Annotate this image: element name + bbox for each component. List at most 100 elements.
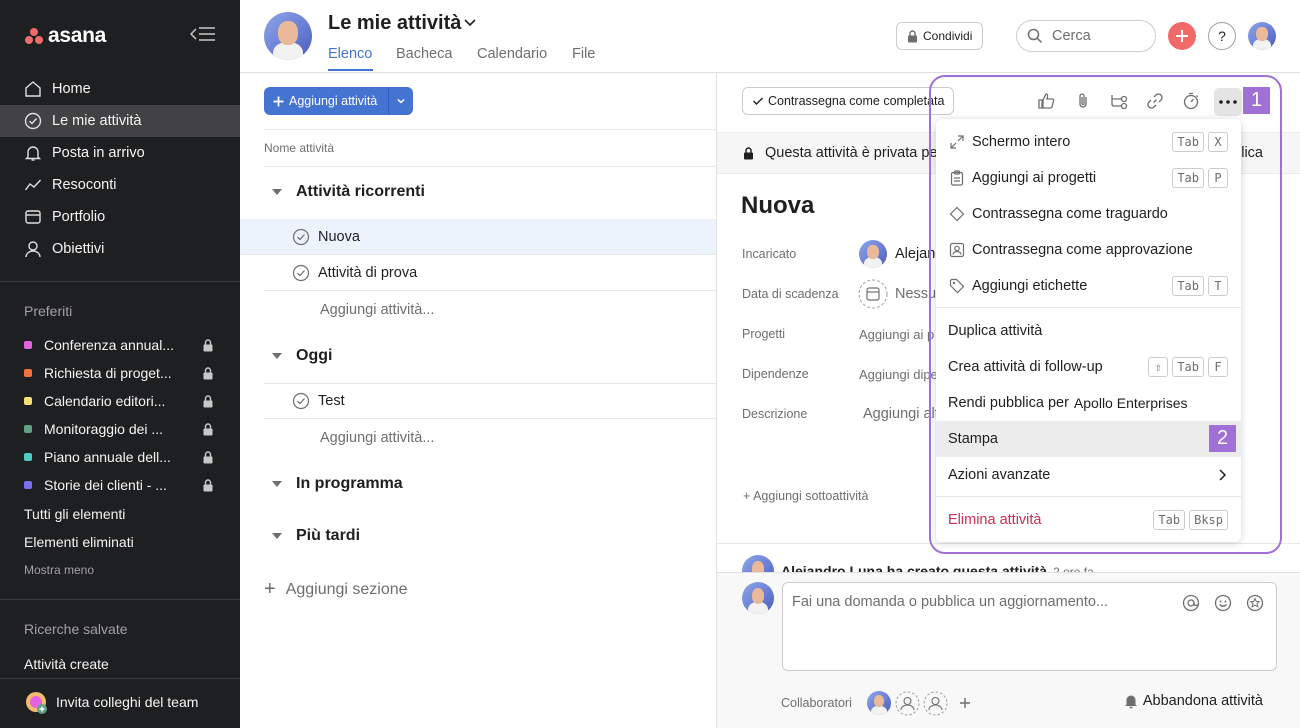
quick-add-button[interactable]	[1168, 22, 1196, 50]
favorite-project[interactable]: Richiesta di proget...	[24, 359, 214, 387]
lock-icon	[203, 450, 213, 463]
calendar-icon[interactable]	[858, 279, 888, 309]
mention-icon[interactable]	[1181, 593, 1201, 613]
commenter-avatar	[742, 582, 774, 614]
add-task-inline[interactable]: Aggiungi attività...	[320, 302, 434, 318]
lock-icon	[908, 29, 917, 42]
favorite-project[interactable]: Conferenza annual...	[24, 331, 214, 359]
dependencies-value[interactable]: Aggiungi dipe	[859, 367, 938, 382]
section-header[interactable]: Oggi	[272, 347, 332, 365]
sidebar-item-label: Home	[52, 81, 91, 97]
favorites-heading[interactable]: Preferiti	[24, 303, 72, 319]
collaborator-avatar[interactable]	[867, 691, 891, 715]
section-header[interactable]: Più tardi	[272, 527, 360, 545]
lock-icon	[203, 394, 213, 407]
share-label: Condividi	[923, 29, 973, 43]
projects-value[interactable]: Aggiungi ai p	[859, 327, 934, 342]
help-button[interactable]: ?	[1208, 22, 1236, 50]
favorite-project[interactable]: Calendario editori...	[24, 387, 214, 415]
column-header-label: Nome attività	[264, 141, 335, 155]
private-notice-text: Questa attività è privata pe	[765, 145, 938, 161]
sidebar-item-my-tasks[interactable]: Le mie attività	[0, 105, 240, 137]
field-label: Progetti	[742, 327, 786, 341]
chevron-down-icon[interactable]	[462, 14, 478, 33]
add-task-label: Aggiungi attività	[289, 94, 378, 108]
user-avatar[interactable]	[264, 12, 312, 60]
comment-input[interactable]: Fai una domanda o pubblica un aggiorname…	[782, 582, 1277, 671]
tab-board[interactable]: Bacheca	[396, 46, 452, 62]
search-input[interactable]: Cerca	[1016, 20, 1156, 52]
check-circle-icon[interactable]	[292, 264, 310, 282]
project-color-dot	[24, 341, 32, 349]
favorite-project[interactable]: Storie dei clienti - ...	[24, 471, 214, 499]
mark-complete-button[interactable]: Contrassegna come completata	[742, 87, 955, 115]
add-task-dropdown[interactable]	[389, 96, 413, 106]
favorite-label: Storie dei clienti - ...	[44, 477, 167, 493]
task-title[interactable]: Nuova	[741, 192, 814, 220]
collapse-sidebar-icon[interactable]	[189, 26, 216, 47]
sidebar-item-label: Resoconti	[52, 177, 117, 193]
favorite-label: Richiesta di proget...	[44, 365, 172, 381]
saved-search-item[interactable]: Attività create	[24, 656, 109, 672]
saved-searches-heading[interactable]: Ricerche salvate	[24, 621, 128, 637]
add-collaborator-icon[interactable]	[895, 691, 920, 716]
favorite-project[interactable]: Monitoraggio dei ...	[24, 415, 214, 443]
favorite-project[interactable]: Piano annuale dell...	[24, 443, 214, 471]
tab-list[interactable]: Elenco	[328, 46, 372, 62]
sidebar-item-label: Portfolio	[52, 209, 106, 225]
tab-calendar[interactable]: Calendario	[477, 46, 547, 62]
add-task-main[interactable]: Aggiungi attività	[264, 87, 389, 115]
check-circle-icon	[24, 112, 42, 130]
caret-down-icon[interactable]	[272, 532, 282, 540]
task-row[interactable]: Test	[264, 383, 716, 419]
caret-down-icon[interactable]	[272, 480, 282, 488]
project-color-dot	[24, 481, 32, 489]
add-task-button[interactable]: Aggiungi attività	[264, 87, 413, 115]
active-tab-indicator	[328, 69, 373, 71]
check-circle-icon[interactable]	[292, 228, 310, 246]
sidebar-item-portfolio[interactable]: Portfolio	[0, 201, 240, 233]
section-header[interactable]: In programma	[272, 475, 403, 493]
leave-task-button[interactable]: Abbandona attività	[1123, 693, 1263, 709]
check-circle-icon[interactable]	[292, 392, 310, 410]
add-collaborator-icon[interactable]	[923, 691, 948, 716]
asana-logo[interactable]: asana	[24, 24, 106, 48]
section-header[interactable]: Attività ricorrenti	[272, 183, 425, 201]
line-chart-icon	[24, 176, 42, 194]
bell-icon	[24, 144, 42, 162]
task-row[interactable]: Nuova	[240, 219, 716, 255]
task-row[interactable]: Attività di prova	[264, 255, 716, 291]
all-items-link[interactable]: Tutti gli elementi	[24, 506, 125, 522]
leave-task-label: Abbandona attività	[1142, 693, 1263, 709]
field-label: Dipendenze	[742, 367, 809, 381]
deleted-items-link[interactable]: Elementi eliminati	[24, 534, 134, 550]
task-name: Test	[318, 393, 345, 409]
assignee-avatar[interactable]	[859, 240, 887, 268]
sidebar-item-goals[interactable]: Obiettivi	[0, 233, 240, 265]
sidebar-item-reports[interactable]: Resoconti	[0, 169, 240, 201]
add-subtask-button[interactable]: + Aggiungi sottoattività	[743, 489, 868, 503]
star-icon[interactable]	[1245, 593, 1265, 613]
favorite-label: Monitoraggio dei ...	[44, 421, 164, 437]
caret-down-icon[interactable]	[272, 352, 282, 360]
sidebar-item-inbox[interactable]: Posta in arrivo	[0, 137, 240, 169]
lock-icon	[203, 366, 213, 379]
profile-avatar[interactable]	[1248, 22, 1276, 50]
invite-teammates-button[interactable]: Invita colleghi del team	[24, 690, 198, 714]
description-value[interactable]: Aggiungi alt	[863, 406, 939, 422]
caret-down-icon[interactable]	[272, 188, 282, 196]
plus-icon[interactable]	[959, 697, 971, 709]
plus-icon	[1176, 30, 1188, 42]
emoji-icon[interactable]	[1213, 593, 1233, 613]
show-less-link[interactable]: Mostra meno	[24, 563, 94, 577]
share-button[interactable]: Condividi	[896, 22, 984, 50]
tab-files[interactable]: File	[572, 46, 595, 62]
sidebar-divider	[0, 281, 240, 282]
add-task-inline[interactable]: Aggiungi attività...	[320, 430, 434, 446]
add-section-button[interactable]: + Aggiungi sezione	[264, 578, 408, 601]
section-title: Più tardi	[296, 527, 361, 544]
sidebar-item-home[interactable]: Home	[0, 73, 240, 105]
portfolio-icon	[24, 208, 42, 226]
section-title: Oggi	[296, 347, 333, 364]
search-icon	[1027, 28, 1043, 44]
